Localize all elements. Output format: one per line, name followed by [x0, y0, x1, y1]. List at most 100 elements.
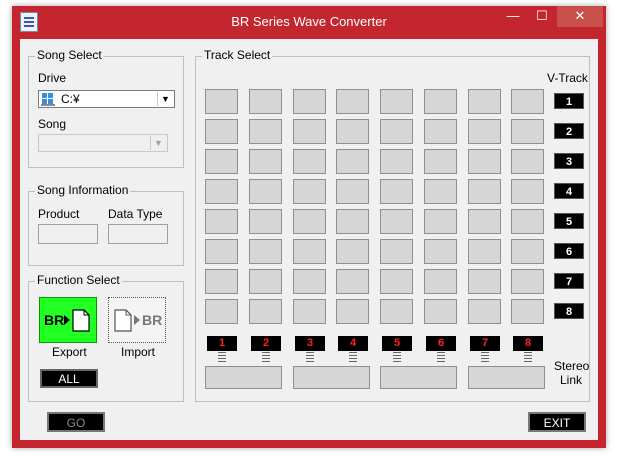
track-select-group: Track Select V-Track 1234567812345678 St… [195, 48, 590, 402]
track-cell[interactable] [468, 119, 501, 144]
track-cell[interactable] [205, 149, 238, 174]
track-cell[interactable] [380, 299, 413, 324]
vtrack-button[interactable]: 5 [554, 213, 584, 229]
track-cell[interactable] [205, 299, 238, 324]
track-cell[interactable] [424, 119, 457, 144]
track-cell[interactable] [424, 239, 457, 264]
track-cell[interactable] [249, 119, 282, 144]
track-cell[interactable] [205, 89, 238, 114]
track-cell[interactable] [424, 299, 457, 324]
track-cell[interactable] [424, 179, 457, 204]
track-cell[interactable] [511, 89, 544, 114]
track-cell[interactable] [511, 299, 544, 324]
vtrack-button[interactable]: 6 [554, 243, 584, 259]
track-cell[interactable] [468, 209, 501, 234]
chevron-down-icon[interactable]: ▼ [150, 136, 166, 150]
track-cell[interactable] [336, 89, 369, 114]
track-button[interactable]: 7 [470, 336, 500, 351]
track-cell[interactable] [293, 179, 326, 204]
track-cell[interactable] [468, 149, 501, 174]
track-cell[interactable] [380, 119, 413, 144]
vtrack-button[interactable]: 7 [554, 273, 584, 289]
track-cell[interactable] [380, 149, 413, 174]
vtrack-button[interactable]: 3 [554, 153, 584, 169]
import-button[interactable]: BR [108, 297, 166, 343]
track-cell[interactable] [468, 269, 501, 294]
track-cell[interactable] [293, 239, 326, 264]
track-cell[interactable] [336, 269, 369, 294]
track-cell[interactable] [336, 299, 369, 324]
track-cell[interactable] [249, 209, 282, 234]
track-button[interactable]: 4 [338, 336, 368, 351]
track-button[interactable]: 2 [251, 336, 281, 351]
track-cell[interactable] [511, 269, 544, 294]
track-cell[interactable] [380, 89, 413, 114]
maximize-button[interactable]: ☐ [528, 6, 556, 27]
track-cell[interactable] [468, 239, 501, 264]
track-cell[interactable] [336, 119, 369, 144]
track-cell[interactable] [336, 209, 369, 234]
track-cell[interactable] [380, 269, 413, 294]
track-cell[interactable] [293, 299, 326, 324]
vtrack-button[interactable]: 2 [554, 123, 584, 139]
track-cell[interactable] [293, 209, 326, 234]
track-cell[interactable] [511, 209, 544, 234]
track-cell[interactable] [249, 149, 282, 174]
track-cell[interactable] [511, 149, 544, 174]
track-cell[interactable] [511, 119, 544, 144]
minimize-button[interactable]: — [499, 6, 527, 27]
track-cell[interactable] [424, 209, 457, 234]
track-cell[interactable] [380, 179, 413, 204]
track-cell[interactable] [336, 239, 369, 264]
chevron-down-icon[interactable]: ▼ [157, 92, 173, 106]
track-cell[interactable] [249, 239, 282, 264]
track-cell[interactable] [424, 89, 457, 114]
close-button[interactable]: ✕ [557, 6, 603, 27]
track-cell[interactable] [249, 299, 282, 324]
all-button[interactable]: ALL [40, 369, 98, 388]
track-cell[interactable] [205, 119, 238, 144]
track-cell[interactable] [511, 239, 544, 264]
track-button[interactable]: 1 [207, 336, 237, 351]
stereo-link-field[interactable] [380, 366, 457, 389]
exit-button[interactable]: EXIT [528, 412, 586, 432]
drive-select[interactable]: C:¥ ▼ [38, 90, 175, 108]
vtrack-button[interactable]: 8 [554, 303, 584, 319]
track-cell[interactable] [424, 149, 457, 174]
vtrack-button[interactable]: 1 [554, 93, 584, 109]
track-cell[interactable] [205, 239, 238, 264]
track-level-indicator [524, 352, 532, 363]
track-button[interactable]: 3 [295, 336, 325, 351]
track-cell[interactable] [293, 119, 326, 144]
track-button[interactable]: 8 [513, 336, 543, 351]
export-icon-text: BR [44, 312, 64, 328]
track-button[interactable]: 6 [426, 336, 456, 351]
track-cell[interactable] [468, 299, 501, 324]
track-cell[interactable] [249, 269, 282, 294]
track-cell[interactable] [249, 179, 282, 204]
stereo-link-field[interactable] [205, 366, 282, 389]
track-cell[interactable] [468, 179, 501, 204]
track-cell[interactable] [380, 209, 413, 234]
go-button[interactable]: GO [47, 412, 105, 432]
title-bar[interactable]: BR Series Wave Converter — ☐ ✕ [12, 6, 606, 39]
track-cell[interactable] [293, 89, 326, 114]
track-cell[interactable] [249, 89, 282, 114]
song-select[interactable]: ▼ [38, 134, 168, 152]
track-button[interactable]: 5 [382, 336, 412, 351]
track-cell[interactable] [336, 149, 369, 174]
track-cell[interactable] [424, 269, 457, 294]
track-cell[interactable] [380, 239, 413, 264]
export-button[interactable]: BR [39, 297, 97, 343]
stereo-link-field[interactable] [293, 366, 370, 389]
stereo-link-field[interactable] [468, 366, 545, 389]
track-cell[interactable] [468, 89, 501, 114]
track-cell[interactable] [205, 179, 238, 204]
track-cell[interactable] [205, 209, 238, 234]
vtrack-button[interactable]: 4 [554, 183, 584, 199]
track-cell[interactable] [511, 179, 544, 204]
track-cell[interactable] [293, 149, 326, 174]
track-cell[interactable] [293, 269, 326, 294]
track-cell[interactable] [336, 179, 369, 204]
track-cell[interactable] [205, 269, 238, 294]
